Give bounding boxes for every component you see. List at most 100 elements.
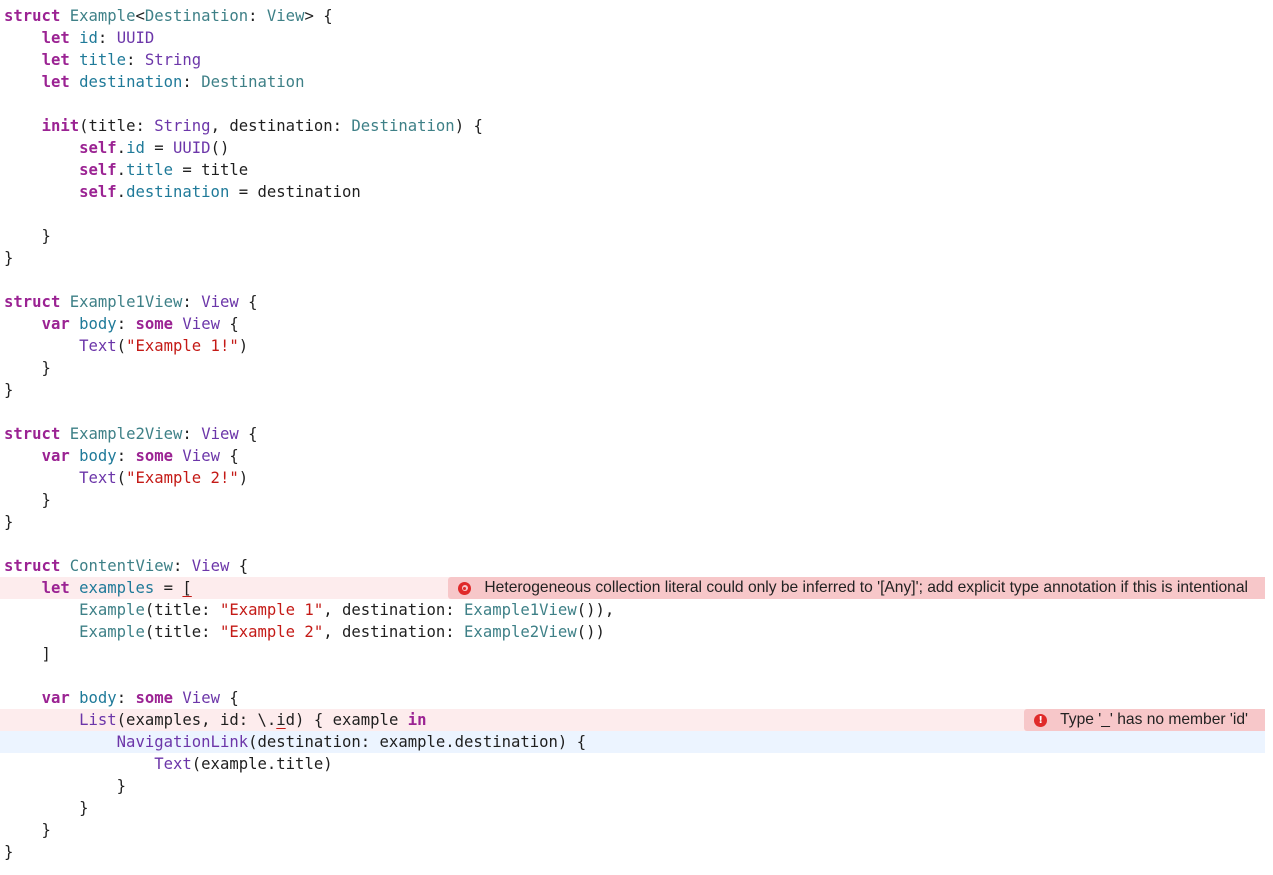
code-token: struct bbox=[4, 293, 61, 311]
code-line-error[interactable]: List(examples, id: \.id) { example in! Ty… bbox=[0, 709, 1265, 731]
code-line[interactable]: self.destination = destination bbox=[0, 181, 1265, 203]
code-line[interactable]: Example(title: "Example 1", destination:… bbox=[0, 599, 1265, 621]
code-line[interactable]: var body: some View { bbox=[0, 445, 1265, 467]
code-token: ()) bbox=[576, 623, 605, 641]
code-line[interactable] bbox=[0, 533, 1265, 555]
code-line-error[interactable]: let examples = [Heterogeneous collection… bbox=[0, 577, 1265, 599]
code-line[interactable]: Text(example.title) bbox=[0, 753, 1265, 775]
code-token: title bbox=[79, 51, 127, 69]
code-token: destination bbox=[79, 73, 183, 91]
code-token: let bbox=[41, 29, 70, 47]
code-line[interactable] bbox=[0, 665, 1265, 687]
code-line[interactable]: } bbox=[0, 819, 1265, 841]
code-line[interactable]: var body: some View { bbox=[0, 313, 1265, 335]
code-line[interactable]: var body: some View { bbox=[0, 687, 1265, 709]
code-token: (title: bbox=[144, 623, 220, 641]
code-token: d) { example bbox=[285, 711, 408, 729]
code-token: Example bbox=[79, 601, 145, 619]
code-line[interactable]: } bbox=[0, 247, 1265, 269]
code-line[interactable]: } bbox=[0, 511, 1265, 533]
code-token: init bbox=[41, 117, 80, 135]
code-line[interactable]: let destination: Destination bbox=[0, 71, 1265, 93]
code-line[interactable]: } bbox=[0, 489, 1265, 511]
code-line[interactable]: } bbox=[0, 225, 1265, 247]
code-line[interactable]: struct Example<Destination: View> { bbox=[0, 5, 1265, 27]
code-line[interactable] bbox=[0, 269, 1265, 291]
code-line[interactable] bbox=[0, 401, 1265, 423]
code-token: body bbox=[79, 447, 117, 465]
code-line[interactable]: init(title: String, destination: Destina… bbox=[0, 115, 1265, 137]
code-token: View bbox=[182, 447, 220, 465]
code-token: > { bbox=[304, 7, 333, 25]
code-token: examples bbox=[79, 579, 155, 597]
code-token: struct bbox=[4, 557, 61, 575]
code-line[interactable]: } bbox=[0, 775, 1265, 797]
code-token: "Example 1" bbox=[219, 601, 324, 619]
code-line[interactable]: struct Example1View: View { bbox=[0, 291, 1265, 313]
code-token: { bbox=[219, 315, 239, 333]
code-line[interactable]: ] bbox=[0, 643, 1265, 665]
code-token: { bbox=[219, 447, 239, 465]
code-text: } bbox=[4, 379, 13, 401]
code-token: self bbox=[79, 139, 117, 157]
code-text: struct ContentView: View { bbox=[4, 555, 248, 577]
code-token: View bbox=[201, 293, 239, 311]
code-line[interactable]: } bbox=[0, 379, 1265, 401]
code-text: self.title = title bbox=[4, 159, 248, 181]
code-token: Destination bbox=[351, 117, 455, 135]
code-token: } bbox=[4, 249, 14, 267]
code-line[interactable]: self.id = UUID() bbox=[0, 137, 1265, 159]
code-line[interactable]: } bbox=[0, 797, 1265, 819]
code-line[interactable]: Example(title: "Example 2", destination:… bbox=[0, 621, 1265, 643]
code-text: Text("Example 1!") bbox=[4, 335, 248, 357]
code-token: String bbox=[144, 51, 202, 69]
code-line[interactable]: let title: String bbox=[0, 49, 1265, 71]
code-line-current[interactable]: NavigationLink(destination: example.dest… bbox=[0, 731, 1265, 753]
code-text: struct Example1View: View { bbox=[4, 291, 258, 313]
code-token: , destination: bbox=[210, 117, 352, 135]
code-line[interactable]: } bbox=[0, 357, 1265, 379]
code-editor[interactable]: struct Example<Destination: View> { let … bbox=[0, 0, 1273, 875]
code-line[interactable]: Text("Example 2!") bbox=[0, 467, 1265, 489]
code-line[interactable] bbox=[0, 93, 1265, 115]
code-token: var bbox=[41, 315, 70, 333]
code-token: let bbox=[41, 51, 70, 69]
code-token: } bbox=[4, 843, 14, 861]
code-token: id bbox=[126, 139, 145, 157]
code-text: Text("Example 2!") bbox=[4, 467, 248, 489]
error-annotation[interactable]: Heterogeneous collection literal could o… bbox=[448, 577, 1265, 599]
code-token: struct bbox=[4, 7, 61, 25]
code-token: struct bbox=[4, 425, 61, 443]
code-line[interactable]: Text("Example 1!") bbox=[0, 335, 1265, 357]
code-line[interactable]: self.title = title bbox=[0, 159, 1265, 181]
code-token: , destination: bbox=[323, 623, 465, 641]
code-text: } bbox=[4, 225, 51, 247]
code-token: body bbox=[79, 315, 117, 333]
code-token: var bbox=[41, 689, 70, 707]
code-line[interactable]: } bbox=[0, 841, 1265, 863]
code-text: ] bbox=[4, 643, 51, 665]
code-token: let bbox=[41, 73, 70, 91]
code-token: List bbox=[79, 711, 117, 729]
code-token: . bbox=[116, 139, 127, 157]
code-line[interactable] bbox=[0, 203, 1265, 225]
code-line[interactable]: struct ContentView: View { bbox=[0, 555, 1265, 577]
code-token: : bbox=[116, 689, 136, 707]
code-token: Text bbox=[79, 337, 117, 355]
code-line[interactable]: struct Example2View: View { bbox=[0, 423, 1265, 445]
code-text: var body: some View { bbox=[4, 313, 239, 335]
code-line[interactable]: let id: UUID bbox=[0, 27, 1265, 49]
code-text: let id: UUID bbox=[4, 27, 155, 49]
error-annotation[interactable]: ! Type '_' has no member 'id' bbox=[1024, 709, 1265, 731]
text-cursor-token: i bbox=[276, 711, 286, 729]
